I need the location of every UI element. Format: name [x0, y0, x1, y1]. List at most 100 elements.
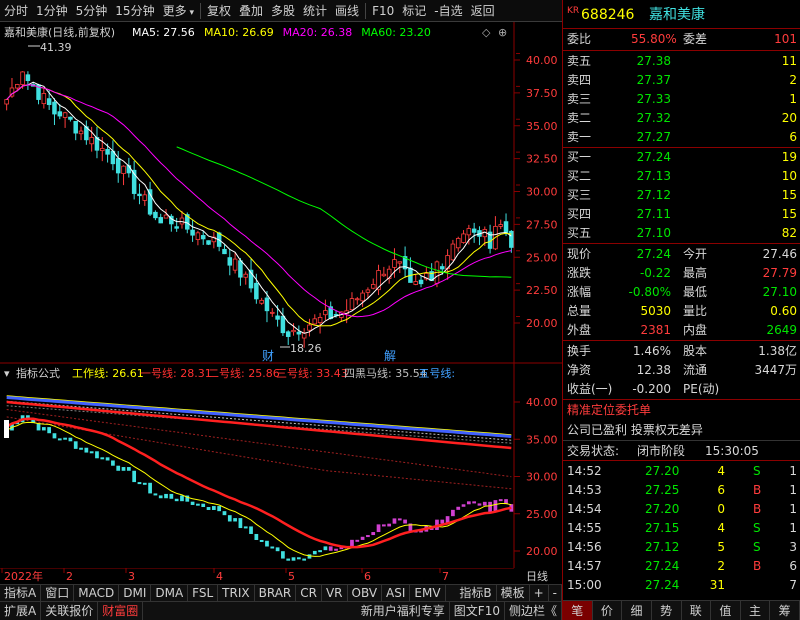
- asks-price[interactable]: 27.32: [637, 109, 671, 128]
- indicator-tab-9[interactable]: VR: [322, 584, 348, 602]
- panel-tab-1[interactable]: 价: [593, 601, 623, 620]
- candle-body: [370, 284, 376, 289]
- bids-price[interactable]: 27.12: [637, 186, 671, 205]
- candle-body: [355, 298, 360, 301]
- panel-tab-3[interactable]: 势: [652, 601, 682, 620]
- extension-tab-2[interactable]: 财富圈: [98, 601, 144, 620]
- indicator-tab-8[interactable]: CR: [296, 584, 322, 602]
- toolbar-btn-3[interactable]: 15分钟: [111, 0, 158, 22]
- indicator-legend-0: 工作线: 26.61: [72, 366, 144, 380]
- panel-tab-5[interactable]: 值: [711, 601, 741, 620]
- extension-tab-3[interactable]: 新用户福利专享: [357, 601, 450, 620]
- cai-marker: 财: [262, 349, 274, 363]
- bids-price[interactable]: 27.13: [637, 167, 671, 186]
- tick-row: 14:57 27.24 2 B 6: [563, 557, 800, 576]
- toolbar-btn-8[interactable]: 统计: [299, 0, 331, 22]
- panel-tab-4[interactable]: 联: [682, 601, 712, 620]
- weibi-row: 委比 55.80% 委差 101: [563, 30, 800, 49]
- asks-label: 卖二: [567, 111, 592, 125]
- ma-legend-0: MA5: 27.56: [132, 26, 195, 39]
- indicator-tab-5[interactable]: FSL: [188, 584, 219, 602]
- candle-body: [222, 248, 227, 255]
- indicator-tick-label: 35.00: [526, 433, 558, 446]
- indicator-tab-10[interactable]: OBV: [348, 584, 383, 602]
- panel-tab-6[interactable]: 主: [741, 601, 771, 620]
- indicator-tab-12[interactable]: EMV: [410, 584, 446, 602]
- toolbar-btn-1[interactable]: 1分钟: [32, 0, 72, 22]
- low-label: 18.26: [290, 342, 322, 355]
- toolbar-btn-0[interactable]: 分时: [0, 0, 32, 22]
- tick-price: 27.20: [645, 502, 680, 516]
- panel-tab-2[interactable]: 细: [622, 601, 652, 620]
- indicator-bg: [0, 364, 562, 568]
- indicator-tab-15[interactable]: +: [530, 584, 549, 602]
- tick-n: 1: [789, 483, 797, 497]
- toolbar-btn-4[interactable]: 更多 ▾: [159, 0, 198, 22]
- toolbar-btn-9[interactable]: 画线: [331, 0, 363, 22]
- indicator-tab-4[interactable]: DMA: [151, 584, 189, 602]
- stat-v2: 2649: [766, 323, 797, 337]
- toolbar-btn-13[interactable]: 返回: [467, 0, 499, 22]
- asks-price[interactable]: 27.37: [637, 71, 671, 90]
- bids-price[interactable]: 27.10: [637, 224, 671, 243]
- toolbar-btn-11[interactable]: 标记: [398, 0, 430, 22]
- candle-body: [312, 318, 318, 325]
- indicator-tab-1[interactable]: 窗口: [41, 584, 75, 602]
- status-value: 闭市阶段: [637, 444, 686, 458]
- stat-l2: 内盘: [683, 323, 708, 337]
- tick-time: 14:52: [567, 464, 602, 478]
- indicator-tab-13[interactable]: 指标B: [455, 584, 497, 602]
- toolbar-btn-5[interactable]: 复权: [203, 0, 235, 22]
- indicator-bar: [63, 437, 67, 440]
- date-label: 6: [364, 570, 371, 583]
- promo-row[interactable]: 精准定位委托单: [563, 401, 800, 420]
- stat-v2: 27.79: [762, 266, 797, 280]
- indicator-tab-0[interactable]: 指标A: [0, 584, 42, 602]
- stat-l1: 涨跌: [567, 266, 592, 280]
- indicator-chart[interactable]: ▾ 指标公式 工作线: 26.61一号线: 28.31二号线: 25.86三号线: …: [0, 364, 562, 568]
- candle-body: [105, 148, 110, 155]
- candle-body: [238, 260, 243, 278]
- extension-tab-5[interactable]: 侧边栏《: [505, 601, 562, 620]
- candle-body: [174, 226, 179, 229]
- asks-price[interactable]: 27.38: [637, 52, 671, 71]
- toolbar-btn-6[interactable]: 叠加: [235, 0, 267, 22]
- toolbar-btn-2[interactable]: 5分钟: [72, 0, 112, 22]
- stat-v1: 2381: [640, 323, 671, 337]
- indicator-tab-7[interactable]: BRAR: [255, 584, 297, 602]
- asks-price[interactable]: 27.27: [637, 128, 671, 147]
- indicator-tab-6[interactable]: TRIX: [218, 584, 255, 602]
- toolbar-btn-12[interactable]: -自选: [430, 0, 466, 22]
- indicator-tab-14[interactable]: 模板: [497, 584, 530, 602]
- bids-price[interactable]: 27.11: [637, 205, 671, 224]
- promo-link[interactable]: 精准定位委托单: [567, 401, 651, 420]
- candle-body: [285, 331, 291, 337]
- indicator-bar: [47, 427, 52, 434]
- extension-tab-4[interactable]: 图文F10: [450, 601, 505, 620]
- indicator-tab-2[interactable]: MACD: [74, 584, 120, 602]
- diamond-icon: ◇: [482, 26, 491, 39]
- bids-price[interactable]: 27.24: [637, 148, 671, 167]
- candle-body: [365, 289, 371, 293]
- asks-price[interactable]: 27.33: [637, 90, 671, 109]
- toolbar-btn-10[interactable]: F10: [368, 0, 398, 22]
- candle-body: [142, 194, 148, 201]
- candle-body: [498, 224, 503, 227]
- panel-tab-7[interactable]: 筹: [770, 601, 800, 620]
- indicator-bar: [57, 438, 62, 441]
- extension-tab-1[interactable]: 关联报价: [41, 601, 99, 620]
- candle-body: [275, 315, 280, 320]
- stat-l2: 最高: [683, 266, 708, 280]
- indicator-tab-3[interactable]: DMI: [119, 584, 152, 602]
- toolbar-btn-7[interactable]: 多股: [267, 0, 299, 22]
- panel-tab-0[interactable]: 笔: [563, 601, 593, 620]
- tick-vol: 4: [717, 464, 725, 478]
- indicator-tick-label: 40.00: [526, 396, 558, 409]
- indicator-tab-16[interactable]: -: [549, 584, 562, 602]
- extension-tab-0[interactable]: 扩展A: [0, 601, 42, 620]
- candle-body: [57, 111, 63, 117]
- candle-body: [227, 257, 233, 266]
- indicator-tab-11[interactable]: ASI: [382, 584, 411, 602]
- kline-chart[interactable]: 嘉和美康(日线,前复权) MA5: 27.56 MA10: 26.69 MA20: 2…: [0, 22, 562, 364]
- indicator-bar: [397, 518, 402, 521]
